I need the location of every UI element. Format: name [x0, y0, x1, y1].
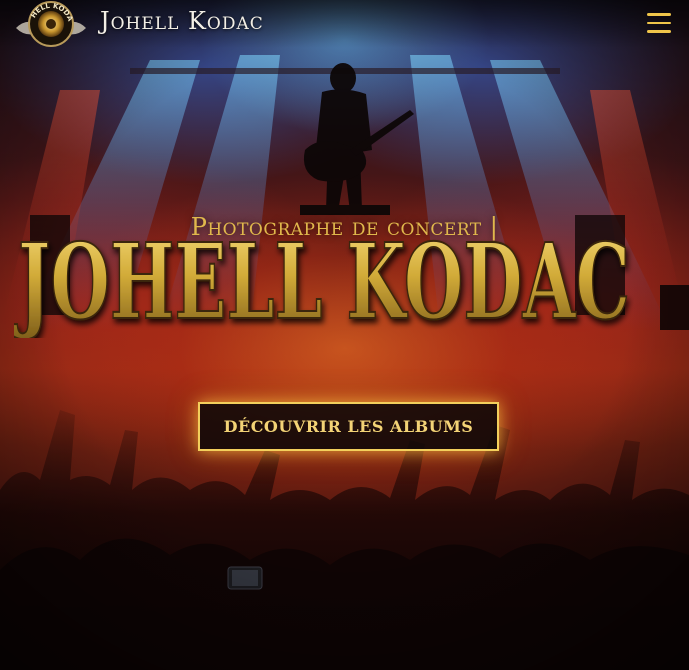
site-header: JOHELL KODAC Johell Kodac [0, 0, 689, 48]
site-brand-name[interactable]: Johell Kodac [100, 7, 264, 35]
logo-emblem-icon: JOHELL KODAC [9, 0, 86, 47]
hero-subtitle: Photographe de concert | [190, 213, 499, 241]
site-logo[interactable]: JOHELL KODAC [9, 0, 90, 48]
guitarist-silhouette [300, 63, 414, 215]
hamburger-menu-icon[interactable] [647, 13, 671, 33]
hero-section: JOHELL KODAC Johell Kodac Photographe de… [0, 0, 689, 670]
discover-albums-button[interactable]: DÉCOUVRIR LES ALBUMS [198, 402, 499, 451]
